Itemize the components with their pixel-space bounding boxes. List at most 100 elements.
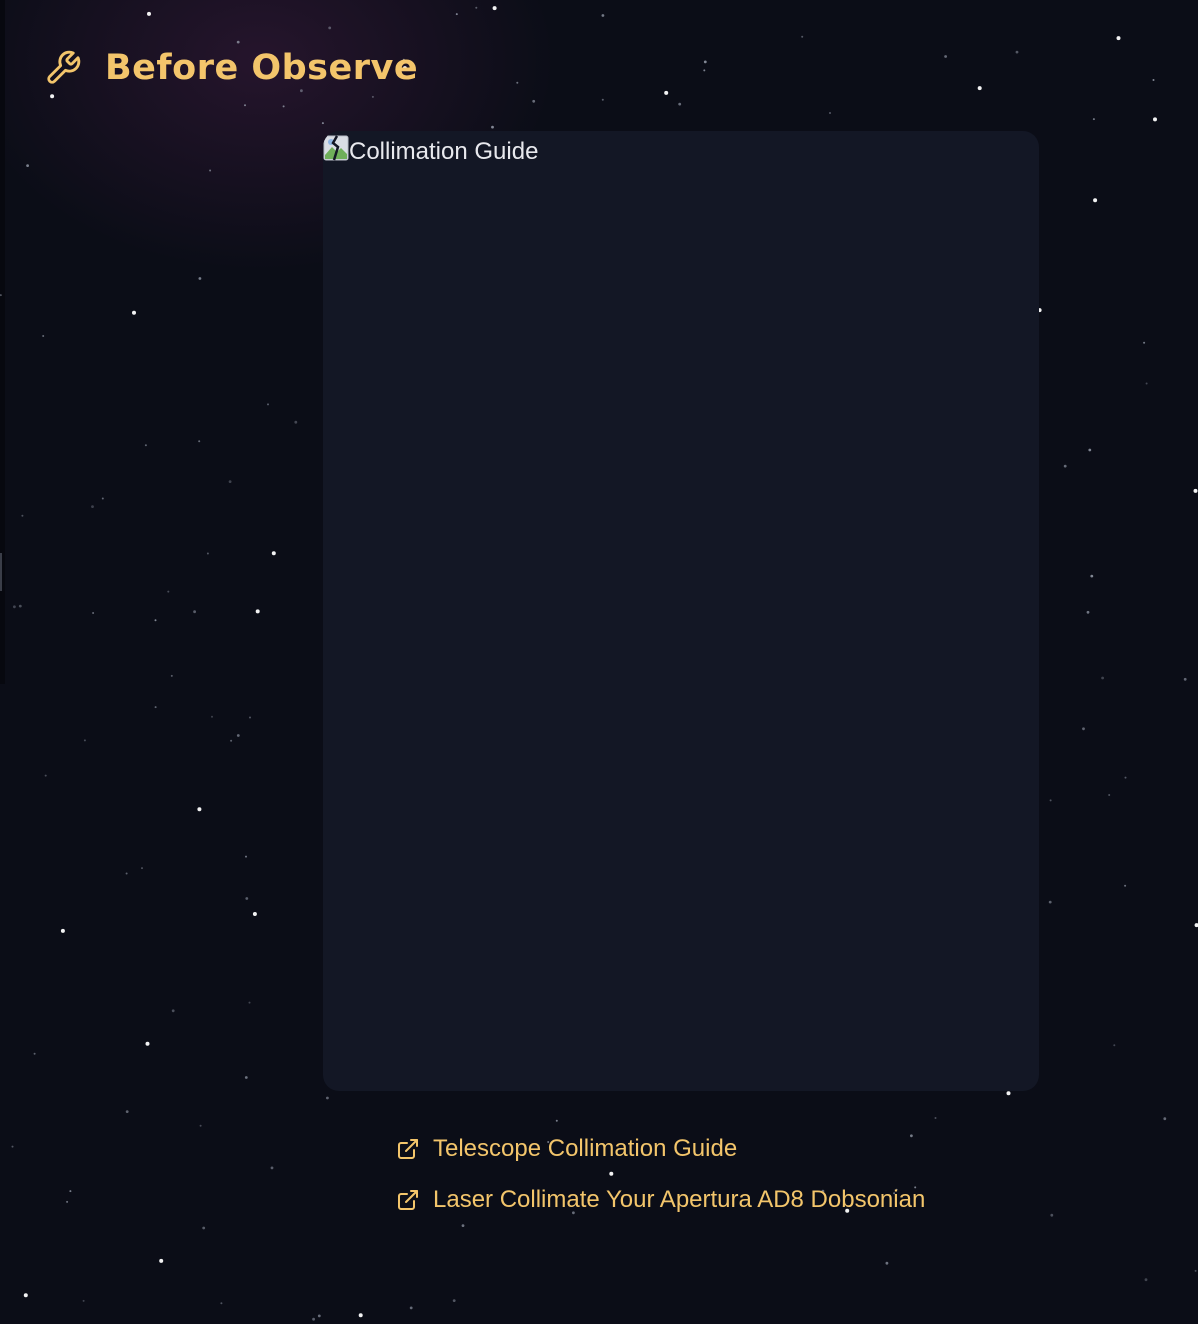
star [245,897,249,900]
star [18,604,22,608]
star [144,444,147,447]
star [885,1261,889,1265]
star [197,807,202,812]
star [475,6,478,9]
star [328,26,332,30]
star [69,1190,72,1193]
star [193,610,197,614]
broken-image-icon [323,135,349,161]
star [1124,776,1127,779]
star [1048,900,1052,904]
star [703,69,706,72]
star [271,551,276,556]
star [236,40,240,44]
star [230,739,233,742]
star [1015,50,1019,54]
star [516,81,519,84]
star [977,86,982,91]
star [358,1313,363,1318]
star [1152,79,1155,81]
star [664,90,669,95]
star [248,1001,251,1004]
star [1183,677,1187,681]
star [154,706,157,709]
star [159,1258,164,1263]
star [1063,464,1067,468]
link-telescope-collimation-guide[interactable]: Telescope Collimation Guide [396,1130,925,1168]
star [1194,923,1198,928]
star [532,99,536,103]
star [1006,1091,1011,1096]
image-alt-text: Collimation Guide [349,138,539,165]
star [452,1299,456,1302]
star [13,605,16,609]
star [492,6,497,11]
star [1145,382,1148,385]
star [312,1317,315,1321]
star [1193,488,1198,493]
star [1086,610,1090,614]
star [1143,341,1146,344]
star [50,94,55,99]
star [66,1200,69,1203]
star [1050,1213,1054,1217]
star [101,497,104,500]
star [455,13,458,16]
star [944,55,947,58]
star [236,734,240,737]
star [141,867,143,870]
collimation-image-card: Collimation Guide [323,131,1039,1091]
star [1090,574,1094,578]
star [82,1299,85,1302]
star [1093,198,1098,203]
star [1124,884,1127,887]
star [154,619,157,622]
star [83,739,86,742]
star [245,855,247,858]
star [1153,117,1157,122]
star [26,164,29,168]
external-link-icon [396,1188,420,1212]
star [1082,727,1085,731]
link-label: Telescope Collimation Guide [433,1135,738,1162]
star [228,480,232,483]
star [1116,36,1121,41]
star [206,552,209,555]
star [199,1124,202,1127]
star [60,928,65,933]
star [220,1302,223,1305]
link-laser-collimate-ad8[interactable]: Laser Collimate Your Apertura AD8 Dobson… [396,1181,925,1219]
star [147,11,151,16]
star [294,420,298,424]
star [21,514,24,517]
star [829,112,831,114]
star [317,1314,321,1318]
star [211,715,213,718]
star [267,403,269,406]
star [1194,1269,1197,1272]
collimation-image: Collimation Guide [323,131,538,171]
star [326,1096,329,1100]
star [198,277,202,280]
wrench-icon [44,49,82,87]
star [132,310,136,315]
star [1088,448,1092,452]
star [202,1226,206,1230]
star [23,1293,28,1298]
star [33,1052,36,1055]
star [171,1009,175,1013]
section-header: Before Observe [44,46,418,90]
star [145,1041,150,1046]
star [125,1110,129,1113]
star [601,14,605,17]
scroll-handle[interactable] [0,553,2,591]
star [244,1076,248,1079]
external-link-icon [396,1137,420,1161]
star [11,1145,14,1148]
star [270,1166,274,1170]
star [1108,794,1111,796]
star [1049,799,1052,802]
star [209,169,212,172]
star [678,102,682,106]
star [801,35,804,38]
